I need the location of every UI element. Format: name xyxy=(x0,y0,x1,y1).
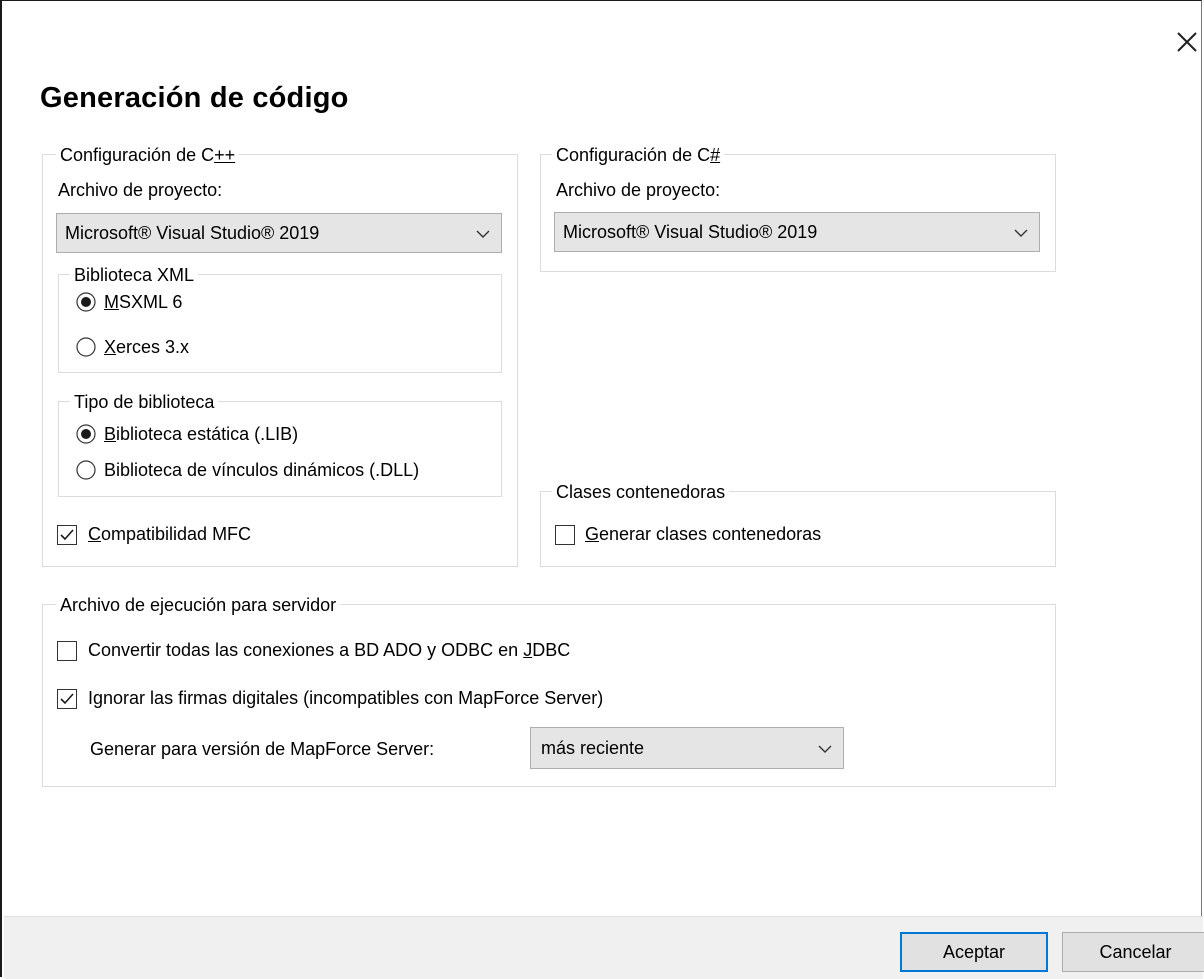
library-type-group xyxy=(58,401,502,497)
convert-jdbc-label: Convertir todas las conexiones a BD ADO … xyxy=(88,640,571,660)
server-version-label: Generar para versión de MapForce Server: xyxy=(90,739,435,759)
checkmark-icon xyxy=(60,529,74,541)
csharp-project-value: Microsoft® Visual Studio® 2019 xyxy=(563,222,818,242)
xerces-radio[interactable] xyxy=(76,337,96,357)
chevron-down-icon xyxy=(1014,229,1028,237)
msxml-radio[interactable] xyxy=(76,292,96,312)
dialog-footer: Aceptar Cancelar xyxy=(4,916,1204,979)
cpp-project-select[interactable]: Microsoft® Visual Studio® 2019 xyxy=(56,213,502,253)
dll-label: Biblioteca de vínculos dinámicos (.DLL) xyxy=(104,460,420,480)
csharp-project-select[interactable]: Microsoft® Visual Studio® 2019 xyxy=(554,212,1040,252)
dll-radio[interactable] xyxy=(76,460,96,480)
ok-button[interactable]: Aceptar xyxy=(900,932,1048,972)
cpp-project-label: Archivo de proyecto: xyxy=(58,180,223,200)
server-execution-legend: Archivo de ejecución para servidor xyxy=(56,595,341,615)
library-type-legend: Tipo de biblioteca xyxy=(70,392,219,412)
mfc-checkbox[interactable] xyxy=(57,525,77,545)
ignore-signatures-label: Ignorar las firmas digitales (incompatib… xyxy=(88,688,604,708)
chevron-down-icon xyxy=(476,230,490,238)
cpp-settings-legend: Configuración de C++ xyxy=(56,145,240,165)
generate-wrapper-checkbox[interactable] xyxy=(555,525,575,545)
mfc-label: Compatibilidad MFC xyxy=(88,524,252,544)
msxml-label: MSXML 6 xyxy=(104,292,183,312)
xml-library-legend: Biblioteca XML xyxy=(70,265,199,285)
server-version-select[interactable]: más reciente xyxy=(530,727,844,769)
cancel-button[interactable]: Cancelar xyxy=(1062,932,1204,972)
ignore-signatures-checkbox[interactable] xyxy=(57,689,77,709)
wrapper-classes-legend: Clases contenedoras xyxy=(552,482,730,502)
checkmark-icon xyxy=(60,693,74,705)
csharp-settings-legend: Configuración de C# xyxy=(552,145,725,165)
cpp-project-value: Microsoft® Visual Studio® 2019 xyxy=(65,223,320,243)
close-button[interactable] xyxy=(1174,29,1200,55)
static-lib-radio[interactable] xyxy=(76,424,96,444)
close-icon xyxy=(1177,32,1197,52)
chevron-down-icon xyxy=(818,745,832,753)
server-version-value: más reciente xyxy=(541,738,645,758)
static-lib-label: Biblioteca estática (.LIB) xyxy=(104,424,299,444)
convert-jdbc-checkbox[interactable] xyxy=(57,641,77,661)
csharp-project-label: Archivo de proyecto: xyxy=(556,180,721,200)
generate-wrapper-label: Generar clases contenedoras xyxy=(585,524,822,544)
code-generation-dialog: Generación de código Configuración de C+… xyxy=(0,0,1204,979)
xml-library-group xyxy=(58,274,502,373)
dialog-title: Generación de código xyxy=(40,82,349,114)
xerces-label: Xerces 3.x xyxy=(104,337,190,357)
